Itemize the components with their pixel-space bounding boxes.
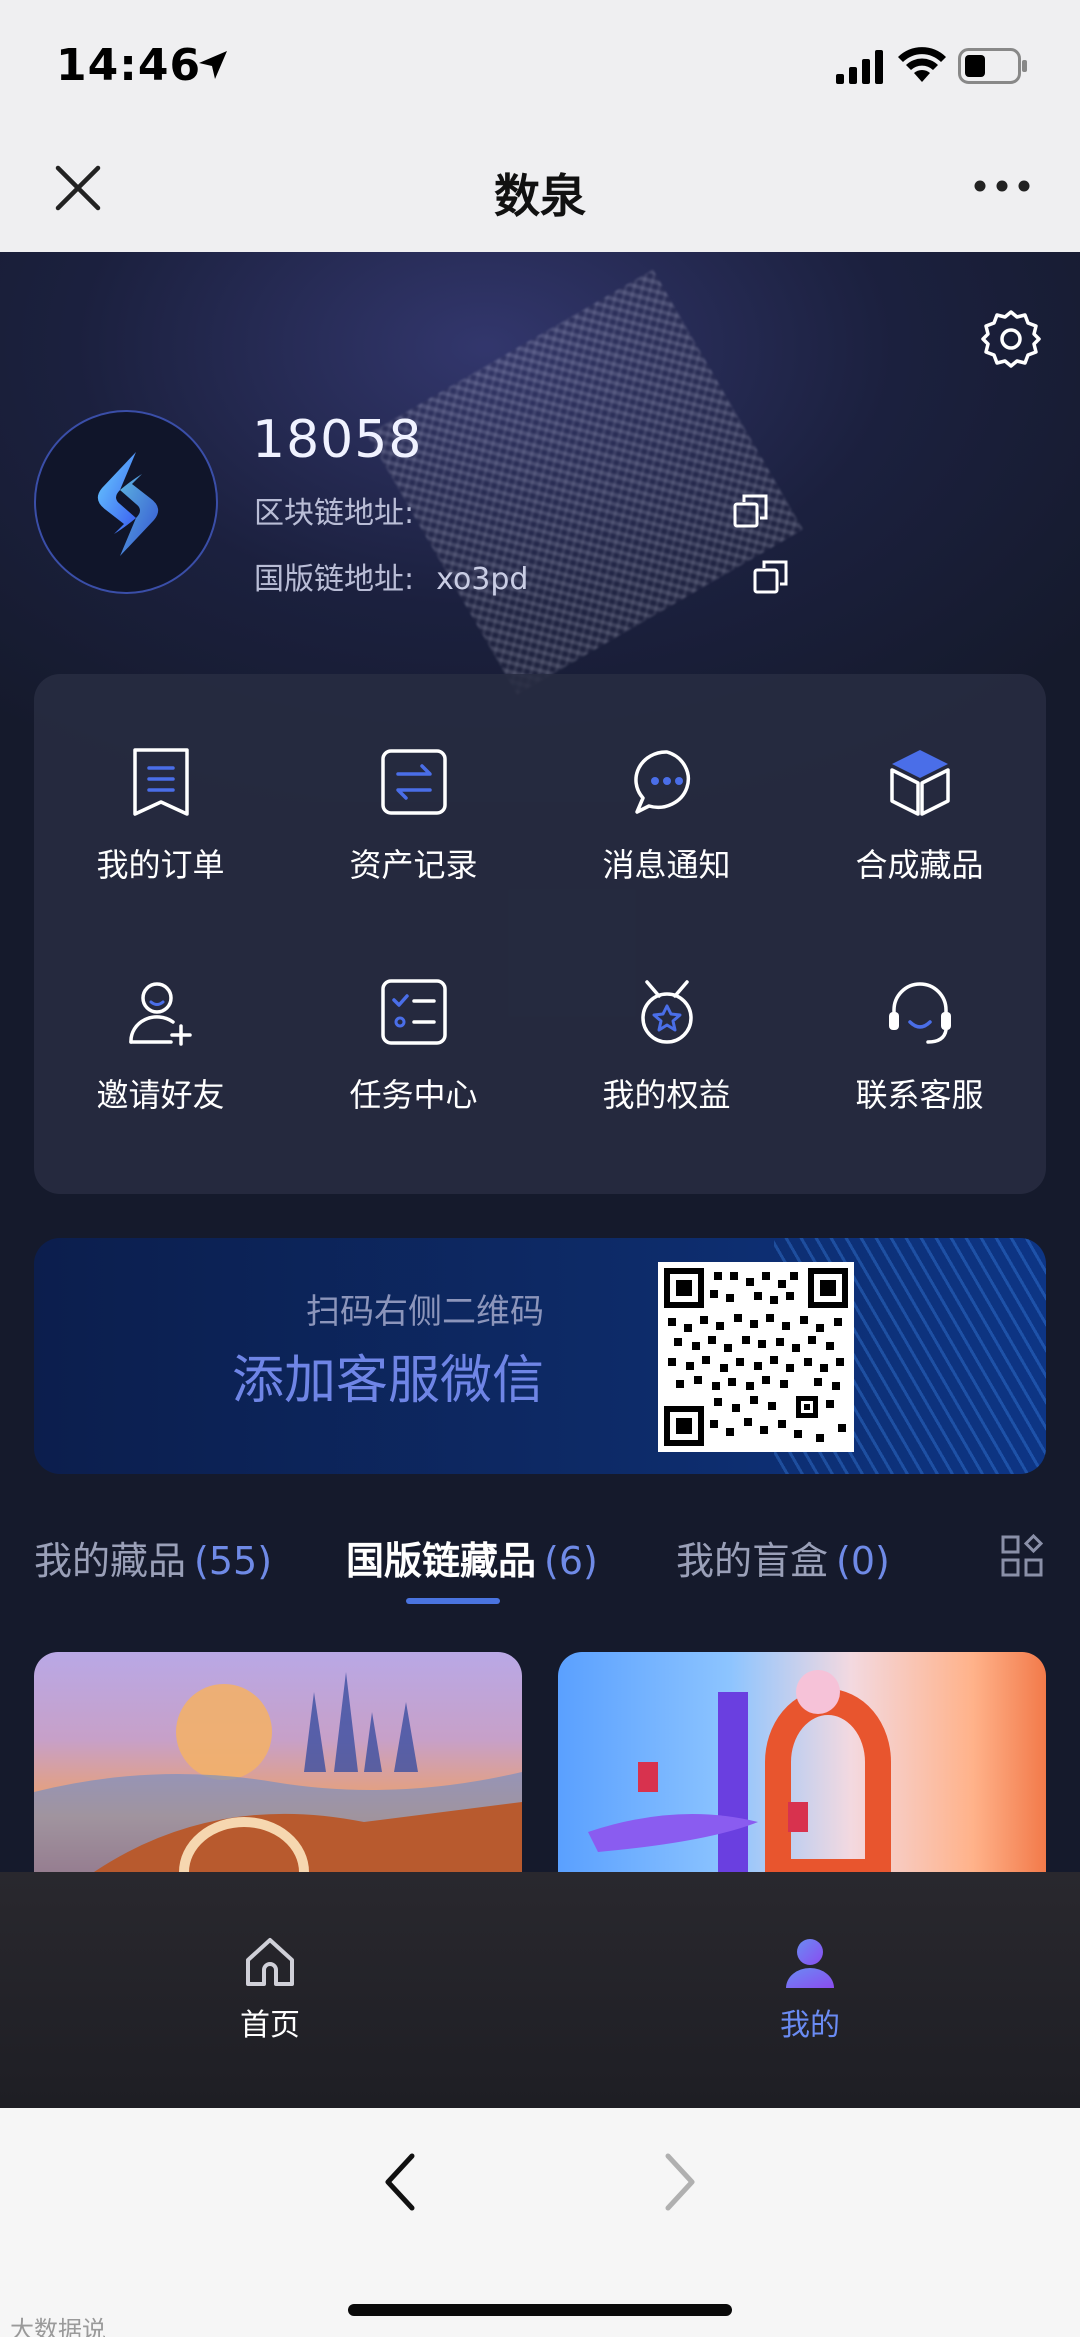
home-indicator[interactable] bbox=[348, 2304, 732, 2316]
block-chain-label: 区块链地址: bbox=[254, 496, 415, 531]
user-phone: 18058 bbox=[252, 410, 423, 470]
forward-arrow-icon[interactable] bbox=[658, 2150, 702, 2214]
page-title: 数泉 bbox=[494, 169, 586, 223]
menu-item-label: 我的权益 bbox=[602, 1076, 731, 1114]
status-bar: 14:46 bbox=[0, 0, 1080, 130]
nav-bar: 数泉 bbox=[0, 130, 1080, 252]
tab-count: (55) bbox=[194, 1539, 273, 1583]
collection-image bbox=[34, 1672, 522, 1872]
national-chain-label: 国版链地址: bbox=[254, 562, 415, 597]
back-arrow-icon[interactable] bbox=[378, 2150, 422, 2214]
banner-subtitle: 扫码右侧二维码 bbox=[306, 1292, 544, 1332]
wechat-service-banner[interactable]: 扫码右侧二维码 添加客服微信 bbox=[34, 1238, 1046, 1474]
cube-icon bbox=[889, 750, 950, 816]
tab-label: 我的盲盒 bbox=[676, 1539, 829, 1583]
user-profile-icon bbox=[786, 1939, 834, 1988]
menu-item-label: 联系客服 bbox=[855, 1076, 984, 1114]
tab-label: 我的 bbox=[780, 2008, 840, 2043]
block-chain-address: 区块链地址: bbox=[254, 488, 436, 532]
task-list-icon bbox=[380, 979, 447, 1045]
wifi-icon bbox=[898, 47, 946, 82]
menu-item-asset-records[interactable]: 资产记录 bbox=[287, 746, 540, 946]
menu-grid: 我的订单 资产记录 消息通知 合成藏品 邀请好友 任务中心 我的权益 联系客服 bbox=[34, 674, 1046, 1194]
collection-tabs: 我的藏品 (55) 国版链藏品 (6) 我的盲盒 (0) bbox=[34, 1530, 1046, 1610]
transfer-icon bbox=[380, 749, 447, 815]
tab-label: 我的藏品 bbox=[34, 1539, 187, 1583]
collection-card[interactable] bbox=[558, 1652, 1046, 1872]
menu-item-label: 任务中心 bbox=[349, 1076, 478, 1114]
tab-mine[interactable]: 我的 bbox=[710, 1934, 910, 2044]
menu-item-synthesize[interactable]: 合成藏品 bbox=[793, 746, 1046, 946]
menu-item-label: 我的订单 bbox=[96, 846, 225, 884]
menu-item-tasks[interactable]: 任务中心 bbox=[287, 976, 540, 1176]
menu-item-label: 合成藏品 bbox=[855, 846, 984, 884]
tab-label: 国版链藏品 bbox=[346, 1539, 537, 1583]
menu-item-label: 邀请好友 bbox=[96, 1076, 225, 1114]
settings-gear-icon[interactable] bbox=[980, 308, 1042, 370]
tab-count: (0) bbox=[836, 1539, 890, 1583]
more-options-icon[interactable] bbox=[972, 174, 1032, 198]
active-tab-indicator bbox=[406, 1598, 500, 1604]
tab-label: 首页 bbox=[240, 2008, 300, 2043]
tab-national-chain-collections[interactable]: 国版链藏品 (6) bbox=[346, 1530, 598, 1585]
wechat-qr-code bbox=[658, 1262, 854, 1452]
home-icon bbox=[246, 1938, 294, 1986]
status-time: 14:46 bbox=[56, 40, 202, 91]
message-icon bbox=[633, 750, 690, 814]
app-logo-icon bbox=[97, 452, 159, 556]
cellular-signal-icon bbox=[836, 50, 883, 84]
location-arrow-icon bbox=[199, 51, 227, 79]
qr-code-icon bbox=[664, 1268, 848, 1446]
menu-item-label: 资产记录 bbox=[349, 846, 478, 884]
headset-icon bbox=[888, 982, 951, 1044]
collection-card[interactable] bbox=[34, 1652, 522, 1872]
tab-home[interactable]: 首页 bbox=[170, 1934, 370, 2044]
collection-image bbox=[588, 1670, 891, 1872]
menu-item-invite[interactable]: 邀请好友 bbox=[34, 976, 287, 1176]
medal-icon bbox=[640, 980, 693, 1044]
banner-title: 添加客服微信 bbox=[231, 1351, 544, 1411]
copy-icon[interactable] bbox=[732, 492, 770, 530]
avatar[interactable] bbox=[34, 410, 218, 594]
bottom-tab-bar: 首页 我的 bbox=[0, 1872, 1080, 2108]
menu-item-messages[interactable]: 消息通知 bbox=[540, 746, 793, 946]
battery-icon bbox=[958, 48, 1027, 84]
menu-item-customer-service[interactable]: 联系客服 bbox=[793, 976, 1046, 1176]
invite-user-icon bbox=[128, 982, 192, 1046]
tab-count: (6) bbox=[544, 1539, 598, 1583]
tab-my-collections[interactable]: 我的藏品 (55) bbox=[34, 1530, 272, 1585]
browser-toolbar: 大数据说 bbox=[0, 2108, 1080, 2337]
menu-item-label: 消息通知 bbox=[602, 846, 731, 884]
tab-blind-boxes[interactable]: 我的盲盒 (0) bbox=[676, 1530, 890, 1585]
menu-item-orders[interactable]: 我的订单 bbox=[34, 746, 287, 946]
menu-item-rights[interactable]: 我的权益 bbox=[540, 976, 793, 1176]
app-content: 18058 区块链地址: 国版链地址: xo3pd 我的订单 资产记录 消息通知… bbox=[0, 252, 1080, 2108]
national-chain-value: xo3pd bbox=[436, 562, 529, 597]
watermark: 大数据说 bbox=[10, 2316, 106, 2337]
copy-icon[interactable] bbox=[752, 558, 790, 596]
grid-view-icon[interactable] bbox=[1000, 1534, 1044, 1578]
order-icon bbox=[132, 748, 189, 816]
national-chain-address: 国版链地址: xo3pd bbox=[254, 554, 528, 598]
